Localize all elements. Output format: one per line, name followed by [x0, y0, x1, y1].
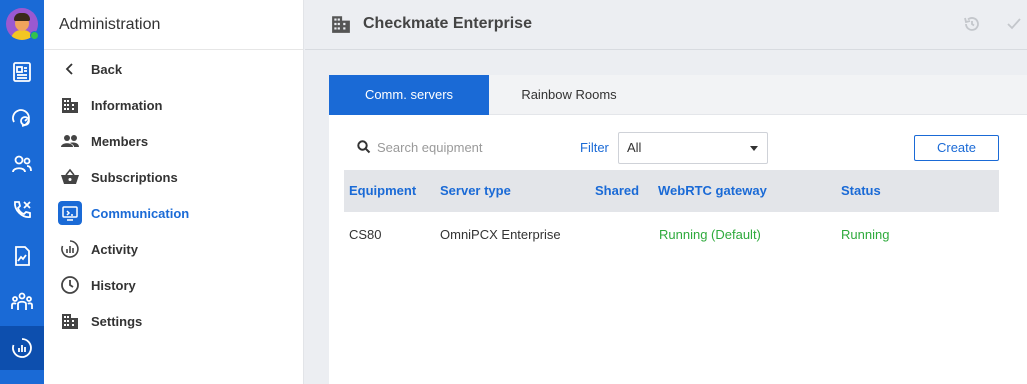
- gauge-icon: [12, 109, 30, 127]
- menu-item-settings[interactable]: Settings: [58, 308, 142, 334]
- members-icon: [58, 129, 82, 153]
- menu-item-label: Back: [91, 61, 123, 77]
- cell-equipment: CS80: [349, 227, 382, 242]
- filter-select[interactable]: All: [618, 132, 768, 164]
- menu-item-history[interactable]: History: [58, 272, 136, 298]
- filter-label: Filter: [580, 140, 609, 155]
- basket-icon: [58, 165, 82, 189]
- cell-webrtc-gateway: Running (Default): [659, 227, 761, 242]
- communication-icon: [58, 201, 82, 225]
- table-row[interactable]: CS80 OmniPCX Enterprise Running (Default…: [344, 212, 999, 254]
- cell-server-type: OmniPCX Enterprise: [440, 227, 561, 242]
- community-icon: [11, 292, 33, 310]
- column-header-shared[interactable]: Shared: [595, 183, 639, 198]
- cell-status: Running: [841, 227, 890, 242]
- page-header: Checkmate Enterprise: [305, 0, 1027, 50]
- menu-item-label: Information: [91, 97, 163, 113]
- rail-contacts-button[interactable]: [0, 142, 44, 186]
- menu-item-subscriptions[interactable]: Subscriptions: [58, 164, 178, 190]
- comm-servers-card: Comm. servers Rainbow Rooms Filter All C…: [329, 75, 1027, 384]
- equipment-toolbar: Filter All Create: [329, 131, 1027, 164]
- file-icon: [15, 246, 30, 266]
- confirm-button[interactable]: [1003, 13, 1025, 35]
- app-rail: [0, 0, 44, 384]
- rail-dashboard-button[interactable]: [0, 96, 44, 140]
- filter-select-value: All: [627, 140, 642, 155]
- menu-item-activity[interactable]: Activity: [58, 236, 138, 262]
- menu-title: Administration: [44, 0, 303, 50]
- equipment-table: Equipment Server type Shared WebRTC gate…: [344, 170, 999, 254]
- caret-down-icon: [750, 146, 758, 151]
- menu-item-label: Settings: [91, 313, 143, 329]
- create-button[interactable]: Create: [914, 135, 999, 161]
- rail-admin-button[interactable]: [0, 326, 44, 370]
- building-icon: [58, 309, 82, 333]
- rail-files-button[interactable]: [0, 234, 44, 278]
- building-icon: [58, 93, 82, 117]
- admin-menu: Administration Back Information Members …: [44, 0, 304, 384]
- admin-activity-icon: [12, 338, 32, 358]
- tab-rainbow-rooms[interactable]: Rainbow Rooms: [489, 75, 649, 115]
- checkmark-icon: [1007, 18, 1021, 30]
- building-icon: [331, 14, 351, 37]
- phone-icon: [14, 201, 31, 218]
- menu-item-information[interactable]: Information: [58, 92, 163, 118]
- tab-comm-servers[interactable]: Comm. servers: [329, 75, 489, 115]
- menu-item-communication[interactable]: Communication: [58, 200, 189, 226]
- column-header-webrtc-gateway[interactable]: WebRTC gateway: [658, 183, 767, 198]
- activity-icon: [58, 237, 82, 261]
- menu-item-label: Activity: [91, 241, 138, 257]
- search-input[interactable]: [377, 135, 557, 159]
- table-header: Equipment Server type Shared WebRTC gate…: [344, 170, 999, 212]
- menu-item-label: Members: [91, 133, 149, 149]
- column-header-status[interactable]: Status: [841, 183, 881, 198]
- search-icon: [357, 140, 371, 157]
- menu-item-label: Communication: [91, 205, 190, 221]
- revert-button[interactable]: [961, 13, 983, 35]
- rail-community-button[interactable]: [0, 280, 44, 324]
- menu-item-back[interactable]: Back: [58, 56, 122, 82]
- rail-calls-button[interactable]: [0, 188, 44, 232]
- column-header-equipment[interactable]: Equipment: [349, 183, 416, 198]
- clock-icon: [58, 273, 82, 297]
- history-revert-icon: [964, 17, 979, 31]
- presence-online-indicator: [30, 31, 39, 40]
- menu-item-label: Subscriptions: [91, 169, 178, 185]
- contacts-icon: [12, 155, 32, 173]
- tab-bar: Comm. servers Rainbow Rooms: [329, 75, 1027, 115]
- newspaper-icon: [13, 62, 31, 82]
- rail-news-button[interactable]: [0, 50, 44, 94]
- chevron-left-icon: [58, 57, 82, 81]
- menu-item-members[interactable]: Members: [58, 128, 148, 154]
- page-title: Checkmate Enterprise: [363, 15, 532, 32]
- menu-item-label: History: [91, 277, 136, 293]
- column-header-server-type[interactable]: Server type: [440, 183, 511, 198]
